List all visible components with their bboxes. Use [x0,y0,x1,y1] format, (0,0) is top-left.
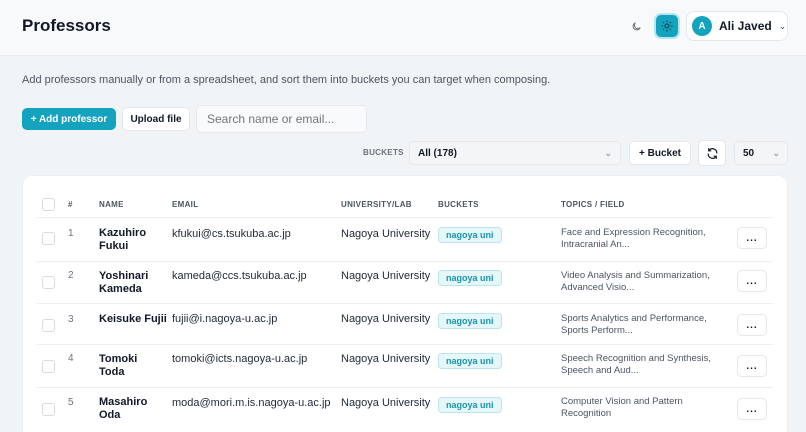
professor-name: Yoshinari Kameda [99,270,167,296]
row-number: 2 [68,270,74,281]
table-row[interactable]: 1 Kazuhiro Fukui kfukui@cs.tsukuba.ac.jp… [23,218,789,261]
professor-email: fujii@i.nagoya-u.ac.jp [172,313,278,325]
column-header-buckets: BUCKETS [438,200,479,209]
professor-university: Nagoya University [341,228,431,240]
row-number: 4 [68,353,74,364]
professor-email: moda@mori.m.is.nagoya-u.ac.jp [172,397,331,409]
row-number: 3 [68,314,74,325]
refresh-icon [707,147,717,159]
chevron-down-icon: ⌄ [772,148,780,158]
row-checkbox[interactable] [42,360,55,373]
professor-name-line: Yoshinari [99,270,149,282]
professor-name: Kazuhiro Fukui [99,227,167,253]
bucket-badge: nagoya uni [438,313,502,329]
professor-university: Nagoya University [341,353,431,365]
bucket-badge: nagoya uni [438,270,502,286]
dark-mode-button[interactable] [625,15,647,37]
column-header-email: EMAIL [172,200,199,209]
professor-topics: Video Analysis and Summarization, Advanc… [561,270,721,294]
professor-name: Keisuke Fujii [99,313,169,326]
table-row[interactable]: 4 Tomoki Toda tomoki@icts.nagoya-u.ac.jp… [23,345,789,388]
topic-line: Sports Perform... [561,325,633,336]
professor-name-line: Tomoki [99,353,138,365]
topic-line: Face and Expression Recognition, [561,227,706,238]
professor-email: tomoki@icts.nagoya-u.ac.jp [172,353,308,365]
row-actions-button[interactable]: ... [737,270,767,292]
topic-line: Advanced Visio... [561,282,635,293]
column-header-university: UNIVERSITY/LAB [341,200,412,209]
topic-line: Intracranial An... [561,239,630,250]
light-mode-button[interactable] [656,15,678,37]
upload-file-button[interactable]: Upload file [122,107,190,131]
professor-email: kameda@ccs.tsukuba.ac.jp [172,270,307,282]
row-number: 5 [68,397,74,408]
chevron-down-icon: ⌄ [778,20,787,31]
topic-line: Computer Vision and Pattern [561,396,683,407]
row-checkbox[interactable] [42,319,55,332]
avatar: A [692,16,712,36]
professor-university: Nagoya University [341,270,431,282]
professor-name-line: Kazuhiro [99,227,147,239]
page-title: Professors [22,16,111,35]
professor-university: Nagoya University [341,397,431,409]
bucket-badge: nagoya uni [438,353,502,369]
professor-topics: Face and Expression Recognition, Intracr… [561,227,721,251]
professor-name-line: Kameda [99,283,142,295]
sun-icon [661,20,673,32]
topic-line: Sports Analytics and Performance, [561,313,707,324]
professor-topics: Speech Recognition and Synthesis, Speech… [561,353,721,377]
bucket-badge: nagoya uni [438,227,502,243]
user-menu[interactable]: A Ali Javed ⌄ [686,11,788,41]
column-header-topics: TOPICS / FIELD [561,200,625,209]
user-name: Ali Javed [719,19,772,33]
professor-name: Masahiro Oda [99,396,167,422]
table-row[interactable]: 2 Yoshinari Kameda kameda@ccs.tsukuba.ac… [23,262,789,305]
row-actions-button[interactable]: ... [737,398,767,420]
professor-name-line: Keisuke Fujii [99,313,167,325]
row-number: 1 [68,228,74,239]
page-size-select[interactable]: 50 ⌄ [734,141,788,165]
professors-table: # NAME EMAIL UNIVERSITY/LAB BUCKETS TOPI… [22,175,788,432]
column-header-number: # [68,200,73,209]
topic-line: Speech and Aud... [561,365,639,376]
row-checkbox[interactable] [42,232,55,245]
top-bar: Professors A Ali Javed ⌄ [0,0,806,56]
select-all-checkbox[interactable] [42,198,55,211]
professor-university: Nagoya University [341,313,431,325]
column-header-name: NAME [99,200,124,209]
row-actions-button[interactable]: ... [737,355,767,377]
professor-topics: Sports Analytics and Performance, Sports… [561,313,721,337]
topic-line: Speech Recognition and Synthesis, [561,353,711,364]
bucket-select[interactable]: All (178) ⌄ [409,141,621,165]
add-bucket-button[interactable]: + Bucket [629,141,691,165]
moon-icon [632,21,641,30]
table-row[interactable]: 3 Keisuke Fujii fujii@i.nagoya-u.ac.jp N… [23,304,789,347]
table-row[interactable]: 5 Masahiro Oda moda@mori.m.is.nagoya-u.a… [23,388,789,431]
page-size-value: 50 [743,147,755,159]
professor-name-line: Oda [99,409,121,421]
row-actions-button[interactable]: ... [737,314,767,336]
chevron-down-icon: ⌄ [604,148,612,158]
page-description: Add professors manually or from a spread… [22,74,551,86]
topic-line: Video Analysis and Summarization, [561,270,710,281]
row-checkbox[interactable] [42,276,55,289]
professor-name-line: Fukui [99,240,129,252]
professor-name: Tomoki Toda [99,353,167,379]
row-actions-button[interactable]: ... [737,227,767,249]
buckets-filter-label: BUCKETS [363,148,404,157]
professor-name-line: Masahiro [99,396,148,408]
topic-line: Recognition [561,408,612,419]
bucket-select-value: All (178) [418,147,457,159]
professor-email: kfukui@cs.tsukuba.ac.jp [172,228,291,240]
professor-topics: Computer Vision and Pattern Recognition [561,396,721,420]
professor-name-line: Toda [99,366,125,378]
row-checkbox[interactable] [42,403,55,416]
bucket-badge: nagoya uni [438,397,502,413]
add-professor-button[interactable]: + Add professor [22,108,116,130]
refresh-button[interactable] [698,140,726,166]
search-input[interactable] [196,105,367,133]
